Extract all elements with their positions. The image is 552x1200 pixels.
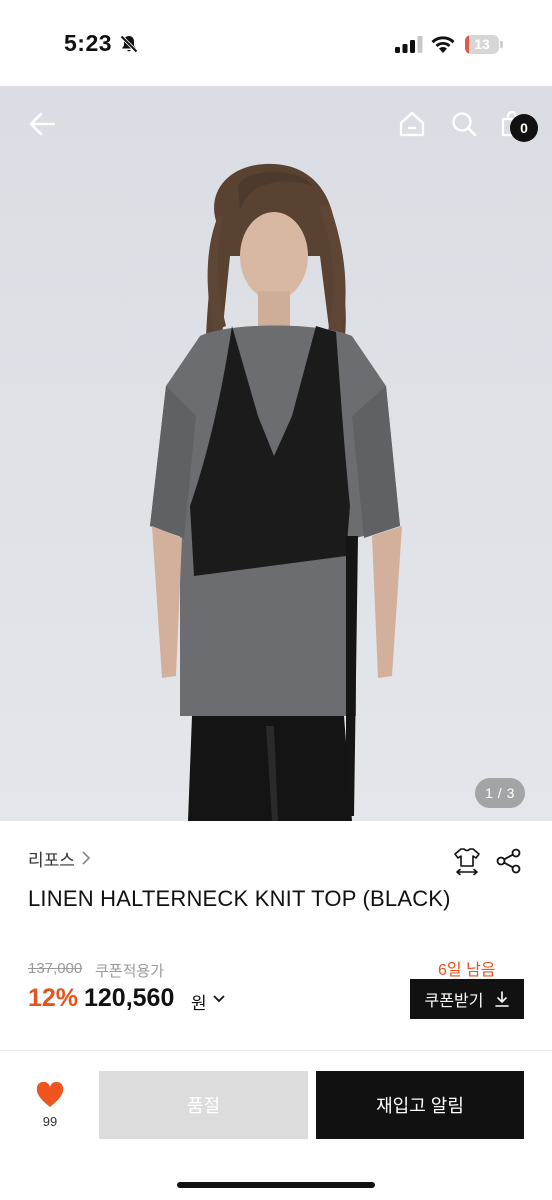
battery-level: 13: [474, 36, 490, 52]
restock-alert-button[interactable]: 재입고 알림: [316, 1071, 524, 1139]
get-coupon-button[interactable]: 쿠폰받기: [410, 979, 524, 1019]
discount-rate: 12%: [28, 984, 79, 1012]
home-indicator: [177, 1182, 375, 1188]
currency-unit: 원: [191, 994, 207, 1013]
product-photo: [0, 86, 552, 821]
chevron-down-icon[interactable]: [210, 990, 228, 1008]
original-price: 137,000: [28, 960, 83, 977]
sold-out-button: 품절: [99, 1071, 308, 1139]
like-button[interactable]: 99: [28, 1080, 72, 1132]
product-image-gallery[interactable]: 0 1 / 3: [0, 86, 552, 821]
status-bar: 5:23 13: [0, 0, 552, 86]
download-icon: [495, 991, 510, 1007]
search-button[interactable]: [444, 104, 484, 144]
status-time: 5:23: [64, 30, 113, 56]
home-icon: [399, 111, 425, 137]
back-button[interactable]: [22, 104, 62, 144]
heart-icon: [36, 1082, 64, 1107]
brand-link[interactable]: 리포스: [28, 846, 91, 870]
image-counter: 1 / 3: [475, 778, 525, 808]
like-count: 99: [42, 1114, 58, 1129]
share-button[interactable]: [494, 846, 524, 876]
product-title: LINEN HALTERNECK KNIT TOP (BLACK): [28, 886, 451, 911]
battery-icon: 13: [465, 35, 503, 54]
get-coupon-label: 쿠폰받기: [424, 993, 484, 1010]
signal-icon: [395, 36, 423, 53]
search-icon: [452, 112, 477, 137]
sale-price: 120,560: [84, 984, 175, 1012]
back-arrow-icon: [29, 112, 56, 136]
coupon-price-label: 쿠폰적용가: [95, 963, 165, 980]
cart-count-badge: 0: [510, 114, 538, 142]
bell-slash-icon: [120, 35, 138, 53]
coupon-days-left: 6일 남음: [438, 962, 496, 979]
size-guide-button[interactable]: [452, 846, 482, 876]
home-button[interactable]: [392, 104, 432, 144]
divider: [0, 1050, 552, 1051]
chevron-right-icon: [82, 851, 91, 865]
share-icon: [496, 848, 521, 874]
brand-name: 리포스: [28, 850, 75, 870]
wifi-icon: [431, 36, 455, 53]
size-guide-icon: [454, 848, 480, 876]
